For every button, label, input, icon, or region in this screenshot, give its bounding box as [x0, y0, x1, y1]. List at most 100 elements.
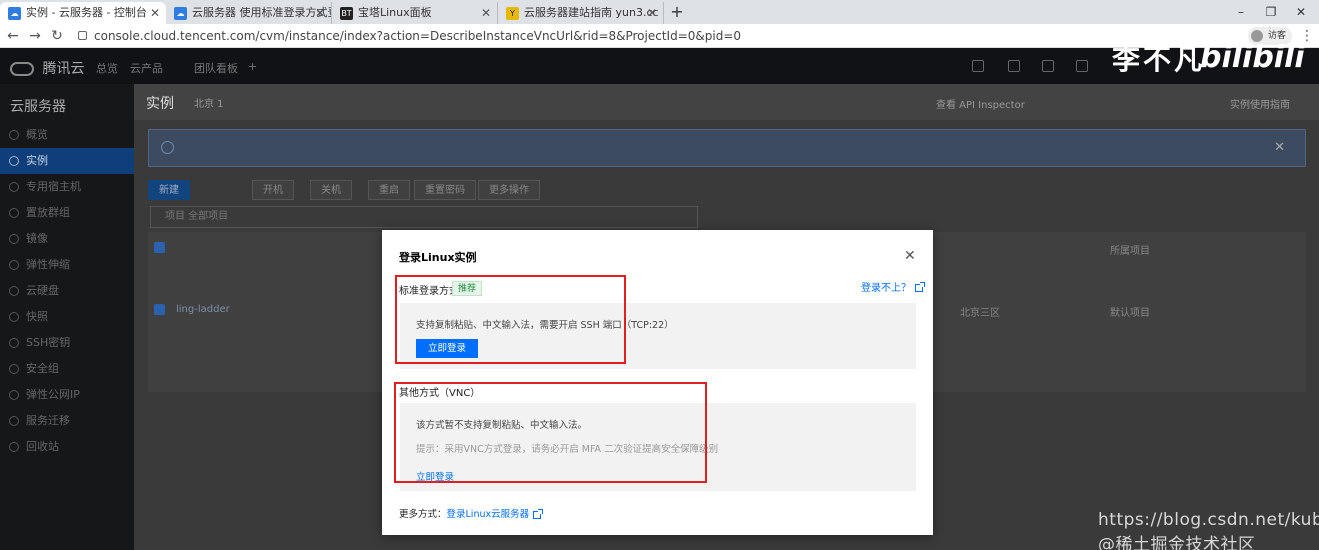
- search-input[interactable]: 项目 全部项目: [150, 206, 698, 228]
- power-on-button[interactable]: 开机: [252, 180, 294, 200]
- minimize-icon[interactable]: –: [1226, 2, 1256, 22]
- login-trouble-link[interactable]: 登录不上？: [861, 279, 925, 294]
- sidebar-item-cloud-disk[interactable]: 云硬盘: [0, 278, 134, 304]
- sidebar-item-migration[interactable]: 服务迁移: [0, 408, 134, 434]
- instance-name-link[interactable]: ling-ladder: [176, 304, 230, 315]
- sidebar-item-recycle-bin[interactable]: 回收站: [0, 434, 134, 460]
- login-linux-cvm-link[interactable]: 登录Linux云服务器: [447, 509, 530, 520]
- instance-guide-link[interactable]: 实例使用指南: [1230, 96, 1290, 111]
- region-selector[interactable]: 北京 1: [194, 95, 224, 110]
- create-button[interactable]: 新建: [148, 180, 190, 200]
- mail-icon[interactable]: [1076, 60, 1088, 72]
- reload-icon[interactable]: ↻: [48, 27, 66, 45]
- migration-icon: [9, 416, 19, 426]
- tencent-cloud-icon: ☁: [8, 7, 21, 20]
- browser-tab-guide[interactable]: ☁ 云服务器 使用标准登录方式登录 ✕: [166, 2, 332, 24]
- url-field[interactable]: console.cloud.tencent.com/cvm/instance/i…: [94, 29, 741, 43]
- notice-banner: ✕: [148, 129, 1306, 167]
- sidebar-item-ssh-keys[interactable]: SSH密钥: [0, 330, 134, 356]
- shield-icon: [9, 364, 19, 374]
- sidebar-item-label: 安全组: [26, 362, 59, 375]
- browser-tab-bar: ☁ 实例 - 云服务器 - 控制台 ✕ ☁ 云服务器 使用标准登录方式登录 ✕ …: [0, 0, 1319, 24]
- help-icon[interactable]: [1042, 60, 1054, 72]
- close-icon[interactable]: ✕: [904, 248, 916, 264]
- forward-icon[interactable]: →: [26, 27, 44, 45]
- select-all-checkbox[interactable]: [154, 242, 165, 253]
- sidebar-item-eip[interactable]: 弹性公网IP: [0, 382, 134, 408]
- cloud-logo-icon: [10, 62, 34, 76]
- image-icon: [9, 234, 19, 244]
- standard-login-button[interactable]: 立即登录: [416, 339, 478, 358]
- recommended-badge: 推荐: [452, 281, 483, 296]
- nav-add[interactable]: +: [248, 60, 257, 73]
- api-inspector-toggle[interactable]: 查看 API Inspector: [936, 96, 1025, 111]
- vnc-login-link[interactable]: 立即登录: [416, 469, 454, 483]
- login-linux-dialog: 登录Linux实例 ✕ 标准登录方式 推荐 登录不上？ 支持复制粘贴、中文输入法…: [382, 230, 933, 535]
- overview-icon: [9, 130, 19, 140]
- sidebar-item-label: 实例: [26, 154, 48, 167]
- sidebar-item-autoscaling[interactable]: 弹性伸缩: [0, 252, 134, 278]
- tab-title: 云服务器建站指南 yun3.cc: [524, 6, 659, 19]
- scaling-icon: [9, 260, 19, 270]
- sidebar-item-images[interactable]: 镜像: [0, 226, 134, 252]
- sidebar-item-label: 专用宿主机: [26, 180, 81, 193]
- close-notice-icon[interactable]: ✕: [1274, 130, 1285, 166]
- column-header-project: 所属项目: [1110, 246, 1150, 257]
- sidebar-item-security-groups[interactable]: 安全组: [0, 356, 134, 382]
- key-icon: [9, 338, 19, 348]
- vnc-mfa-tip: 提示：采用VNC方式登录，请务必开启 MFA 二次验证提高安全保障级别: [416, 444, 719, 455]
- tab-title: 宝塔Linux面板: [358, 6, 432, 19]
- sidebar-item-instances[interactable]: 实例: [0, 148, 134, 174]
- sidebar-item-label: 弹性公网IP: [26, 388, 80, 401]
- nav-overview[interactable]: 总览: [96, 60, 118, 76]
- sidebar-item-label: 云硬盘: [26, 284, 59, 297]
- csdn-watermark: https://blog.csdn.net/kubk_net @稀土掘金技术社区: [1098, 510, 1319, 550]
- row-checkbox[interactable]: [154, 304, 165, 315]
- bilibili-logo: bilibili: [1200, 40, 1305, 75]
- recycle-icon: [9, 442, 19, 452]
- yun3-icon: Y: [506, 7, 519, 20]
- lock-icon: [78, 31, 87, 40]
- tencent-cloud-logo[interactable]: 腾讯云: [10, 58, 84, 78]
- info-icon: [161, 141, 174, 154]
- placement-icon: [9, 208, 19, 218]
- close-tab-icon[interactable]: ✕: [315, 2, 325, 24]
- browser-tab-yun3[interactable]: Y 云服务器建站指南 yun3.cc ✕: [498, 2, 664, 24]
- zone-cell: 北京三区: [960, 308, 1000, 319]
- vnc-description: 该方式暂不支持复制粘贴、中文输入法。: [416, 420, 588, 431]
- close-tab-icon[interactable]: ✕: [481, 2, 491, 24]
- reset-password-button[interactable]: 重置密码: [414, 180, 476, 200]
- nav-products[interactable]: 云产品: [130, 60, 163, 76]
- more-actions-button[interactable]: 更多操作: [478, 180, 540, 200]
- main-header: 实例 北京 1 查看 API Inspector 实例使用指南: [134, 84, 1319, 120]
- logo-text: 腾讯云: [42, 61, 85, 77]
- sidebar-item-overview[interactable]: 概览: [0, 122, 134, 148]
- more-methods-label: 更多方式：: [399, 509, 447, 520]
- power-off-button[interactable]: 关机: [310, 180, 352, 200]
- sidebar-item-placement-group[interactable]: 置放群组: [0, 200, 134, 226]
- sidebar-item-label: 镜像: [26, 232, 48, 245]
- sidebar-item-label: 服务迁移: [26, 414, 70, 427]
- grid-icon[interactable]: [972, 60, 984, 72]
- snapshot-icon: [9, 312, 19, 322]
- bt-panel-icon: BT: [340, 7, 353, 20]
- back-icon[interactable]: ←: [4, 27, 22, 45]
- new-tab-button[interactable]: +: [668, 2, 686, 22]
- instance-icon: [9, 156, 19, 166]
- list-icon[interactable]: [1008, 60, 1020, 72]
- close-window-icon[interactable]: ✕: [1286, 2, 1316, 22]
- author-watermark: 李不凡: [1112, 43, 1206, 76]
- close-tab-icon[interactable]: ✕: [647, 2, 657, 24]
- restart-button[interactable]: 重启: [368, 180, 410, 200]
- host-icon: [9, 182, 19, 192]
- browser-tab-bt-panel[interactable]: BT 宝塔Linux面板 ✕: [332, 2, 498, 24]
- nav-team-board[interactable]: 团队看板: [194, 60, 238, 76]
- sidebar-item-snapshots[interactable]: 快照: [0, 304, 134, 330]
- vnc-login-label: 其他方式（VNC）: [399, 388, 481, 399]
- sidebar-item-label: SSH密钥: [26, 336, 71, 349]
- browser-tab-console[interactable]: ☁ 实例 - 云服务器 - 控制台 ✕: [0, 2, 166, 24]
- page-title: 实例: [146, 96, 174, 112]
- sidebar-item-dedicated-host[interactable]: 专用宿主机: [0, 174, 134, 200]
- close-tab-icon[interactable]: ✕: [150, 2, 160, 24]
- maximize-icon[interactable]: ❐: [1256, 2, 1286, 22]
